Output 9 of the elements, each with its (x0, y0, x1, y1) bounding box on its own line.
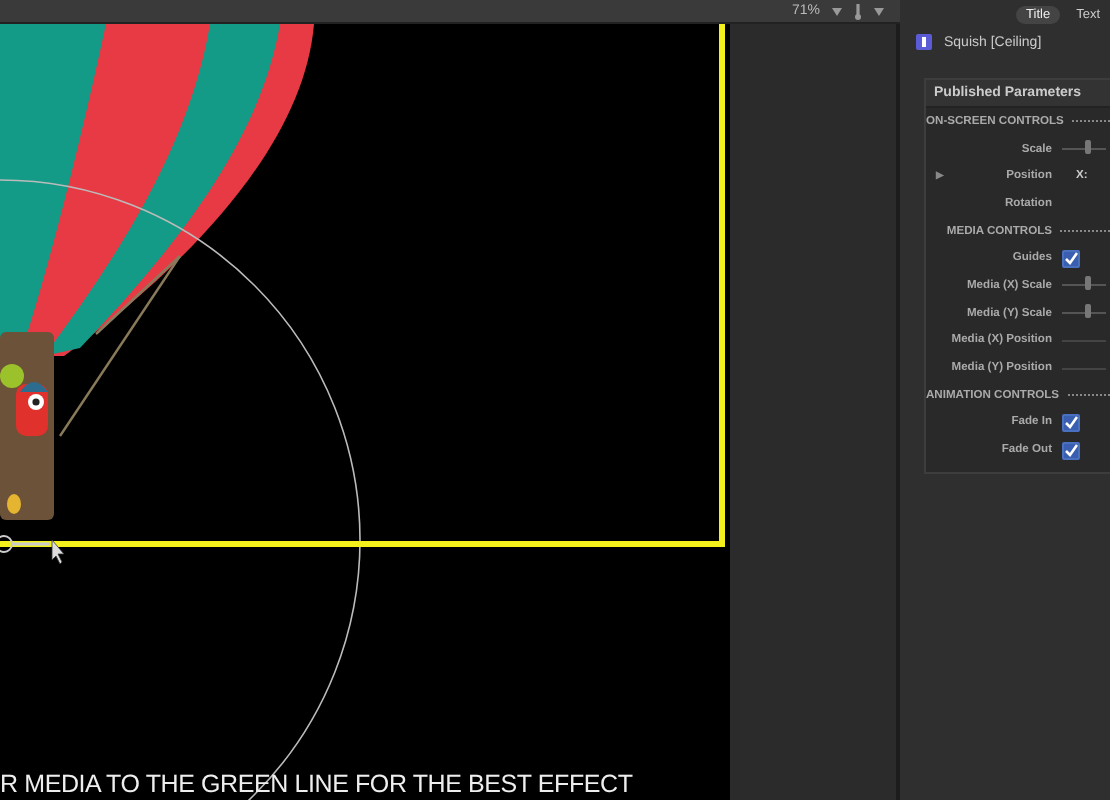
caret-icon[interactable] (874, 7, 884, 15)
anchor-handle[interactable] (0, 535, 50, 553)
checkbox[interactable] (1062, 441, 1080, 460)
thermometer-icon[interactable] (854, 3, 862, 19)
checkbox[interactable] (1062, 413, 1080, 432)
cursor-icon (51, 539, 65, 565)
checkbox[interactable] (1062, 249, 1080, 268)
effect-icon (916, 34, 932, 50)
caret-icon[interactable] (832, 7, 842, 15)
